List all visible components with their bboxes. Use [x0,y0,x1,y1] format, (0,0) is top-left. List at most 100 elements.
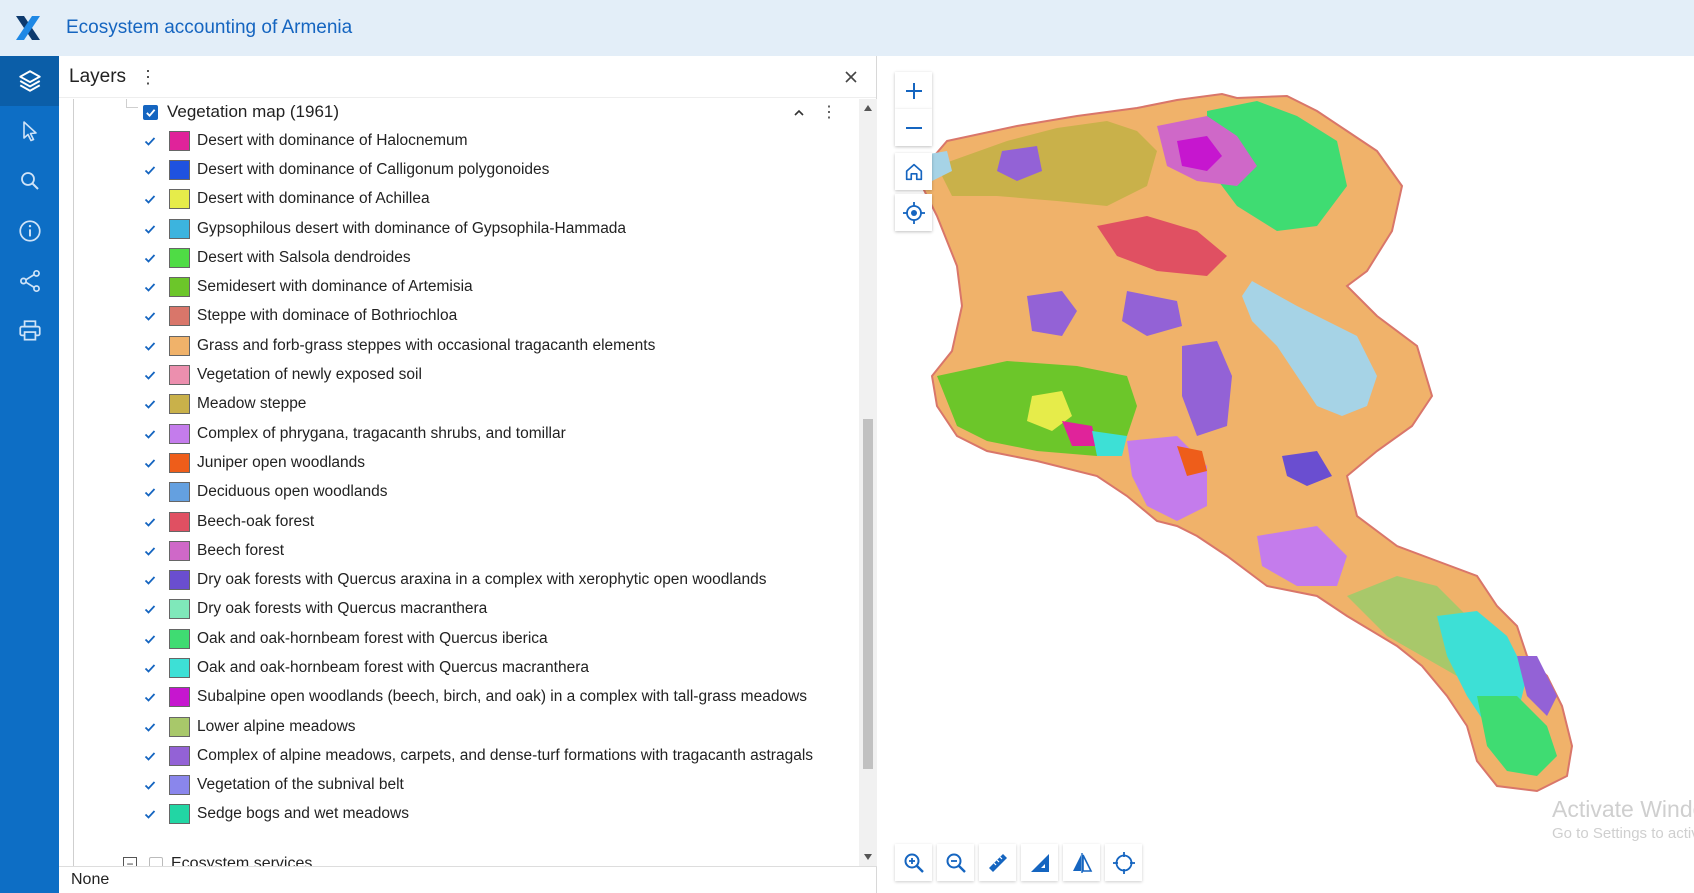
plus-icon [905,82,922,99]
checkmark-icon[interactable] [141,630,159,648]
zoom-box-in-button[interactable] [895,844,932,881]
legend-item[interactable]: Gypsophilous desert with dominance of Gy… [141,214,859,243]
select-tool-button[interactable] [0,106,59,156]
legend-swatch [169,452,190,473]
checkmark-icon[interactable] [141,454,159,472]
measure-distance-button[interactable] [979,844,1016,881]
checkmark-icon[interactable] [141,307,159,325]
legend-swatch [169,306,190,327]
legend-item[interactable]: Steppe with dominace of Bothriochloa [141,302,859,331]
checkmark-icon[interactable] [141,688,159,706]
coordinate-tool-button[interactable] [1105,844,1142,881]
legend-item[interactable]: Lower alpine meadows [141,712,859,741]
legend-label: Dry oak forests with Quercus macranthera [197,600,488,618]
layer-visibility-checkbox[interactable] [143,104,158,120]
checkmark-icon[interactable] [141,249,159,267]
checkmark-icon[interactable] [141,718,159,736]
checkmark-icon[interactable] [141,571,159,589]
home-button[interactable] [895,153,932,190]
layer-group-ecosystem-services[interactable]: − Ecosystem services [123,855,312,866]
legend-item[interactable]: Grass and forb-grass steppes with occasi… [141,331,859,360]
legend-item[interactable]: Meadow steppe [141,390,859,419]
app-logo[interactable] [0,0,56,56]
scrollbar-thumb[interactable] [863,419,873,769]
triangle-ruler-icon [1030,853,1049,872]
checkmark-icon[interactable] [141,395,159,413]
checkmark-icon[interactable] [141,776,159,794]
checkmark-icon[interactable] [141,600,159,618]
close-icon [845,71,857,83]
legend-item[interactable]: Vegetation of the subnival belt [141,771,859,800]
legend-swatch [169,159,190,180]
panel-scrollbar[interactable] [859,99,877,866]
checkmark-icon[interactable] [141,366,159,384]
basemap-selector[interactable]: None [59,866,877,893]
checkmark-icon[interactable] [141,425,159,443]
legend-item[interactable]: Oak and oak-hornbeam forest with Quercus… [141,653,859,682]
checkmark-icon[interactable] [141,542,159,560]
close-panel-button[interactable] [840,66,862,88]
legend-item[interactable]: Deciduous open woodlands [141,478,859,507]
search-tool-button[interactable] [0,156,59,206]
legend-item[interactable]: Complex of phrygana, tragacanth shrubs, … [141,419,859,448]
legend-item[interactable]: Vegetation of newly exposed soil [141,360,859,389]
chevron-up-icon[interactable] [793,107,805,119]
share-tool-button[interactable] [0,256,59,306]
print-tool-button[interactable] [0,306,59,356]
checkmark-icon[interactable] [141,513,159,531]
layer-visibility-checkbox[interactable] [149,857,163,866]
logo-x-icon [16,16,40,40]
legend-label: Semidesert with dominance of Artemisia [197,278,473,296]
checkmark-icon[interactable] [141,278,159,296]
checkmark-icon[interactable] [141,161,159,179]
legend-item[interactable]: Desert with dominance of Achillea [141,185,859,214]
checkmark-icon[interactable] [141,190,159,208]
zoom-box-out-button[interactable] [937,844,974,881]
vegetation-map[interactable] [877,56,1694,893]
legend-label: Desert with dominance of Halocnemum [197,131,468,149]
panel-menu-icon[interactable]: ⋮ [138,67,158,87]
legend-list: Desert with dominance of Halocnemum Deser… [141,126,859,829]
legend-item[interactable]: Dry oak forests with Quercus macranthera [141,595,859,624]
legend-item[interactable]: Juniper open woodlands [141,448,859,477]
collapse-icon[interactable]: − [123,857,137,866]
layer-menu-icon[interactable]: ⋮ [819,103,839,123]
legend-item[interactable]: Desert with dominance of Halocnemum [141,126,859,155]
info-tool-button[interactable] [0,206,59,256]
checkmark-icon[interactable] [141,659,159,677]
layer-group-vegetation-map[interactable]: Vegetation map (1961) ⋮ [143,99,859,125]
legend-item[interactable]: Beech forest [141,536,859,565]
checkmark-icon[interactable] [141,805,159,823]
legend-swatch [169,775,190,796]
checkmark-icon[interactable] [141,220,159,238]
home-icon [905,163,922,180]
map-view[interactable]: Activate Windows Go to Settings to activ… [877,56,1694,893]
checkmark-icon[interactable] [141,747,159,765]
legend-item[interactable]: Beech-oak forest [141,507,859,536]
swipe-compare-button[interactable] [1063,844,1100,881]
measure-area-button[interactable] [1021,844,1058,881]
zoom-out-button[interactable] [895,109,932,146]
checkmark-icon[interactable] [141,337,159,355]
legend-swatch [169,365,190,386]
legend-swatch [169,423,190,444]
legend-swatch [169,687,190,708]
legend-item[interactable]: Sedge bogs and wet meadows [141,800,859,829]
legend-label: Vegetation of the subnival belt [197,776,404,794]
scroll-up-arrow-icon[interactable] [863,103,873,113]
legend-item[interactable]: Desert with Salsola dendroides [141,243,859,272]
legend-item[interactable]: Semidesert with dominance of Artemisia [141,272,859,301]
checkmark-icon[interactable] [141,132,159,150]
legend-item[interactable]: Desert with dominance of Calligonum poly… [141,155,859,184]
legend-item[interactable]: Dry oak forests with Quercus araxina in … [141,565,859,594]
checkmark-icon[interactable] [141,483,159,501]
legend-item[interactable]: Subalpine open woodlands (beech, birch, … [141,683,859,712]
zoom-in-button[interactable] [895,72,932,109]
zoom-out-magnifier-icon [946,853,966,873]
legend-label: Oak and oak-hornbeam forest with Quercus… [197,629,548,647]
legend-item[interactable]: Complex of alpine meadows, carpets, and … [141,741,859,770]
scroll-down-arrow-icon[interactable] [863,852,873,862]
layers-tool-button[interactable] [0,56,59,106]
locate-button[interactable] [895,194,932,231]
legend-item[interactable]: Oak and oak-hornbeam forest with Quercus… [141,624,859,653]
